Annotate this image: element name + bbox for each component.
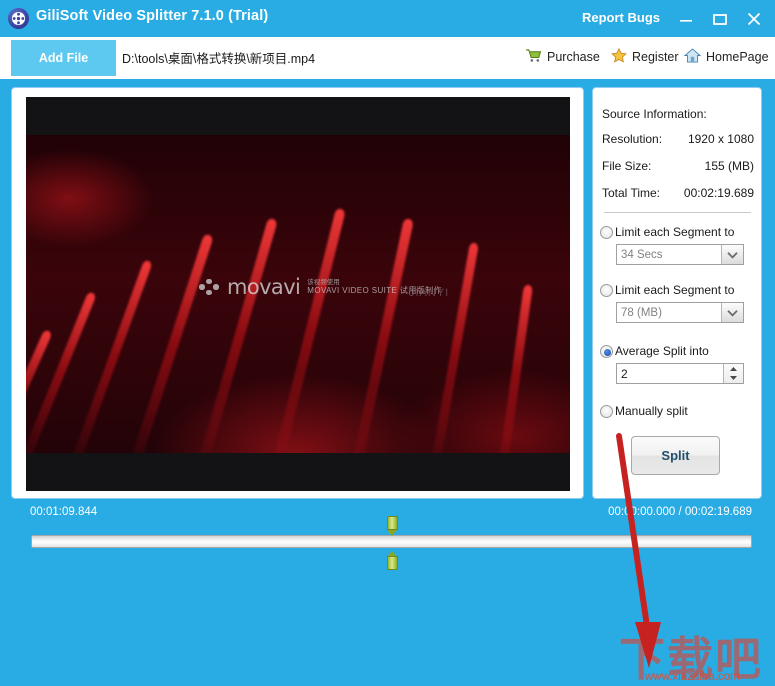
minimize-icon[interactable]	[675, 8, 697, 30]
info-value-total-time: 00:02:19.689	[683, 186, 754, 200]
info-value-resolution: 1920 x 1080	[687, 132, 754, 146]
spinner-down-icon[interactable]	[724, 374, 743, 384]
option-label-average-split: Average Split into	[615, 344, 709, 358]
bottom-bar: Output Folder: D:\tools\桌面\下载吧\ Browse..…	[0, 606, 775, 686]
purchase-link-label: Purchase	[547, 50, 600, 64]
register-link[interactable]: Register	[611, 47, 679, 67]
report-bugs-link[interactable]: Report Bugs	[582, 10, 660, 25]
add-file-button[interactable]: Add File	[11, 40, 116, 76]
combo-limit-size[interactable]: 78 (MB)	[616, 302, 744, 323]
option-manually-split[interactable]: Manually split	[600, 404, 760, 418]
video-letterbox-top	[26, 97, 570, 135]
toolbar: Add File D:\tools\桌面\格式转换\新项目.mp4 Purcha…	[0, 37, 775, 79]
option-label-limit-seconds: Limit each Segment to	[615, 225, 735, 239]
option-limit-segment-size[interactable]: Limit each Segment to	[600, 283, 760, 297]
chevron-down-icon[interactable]	[721, 245, 743, 264]
spinner-stepper[interactable]	[723, 364, 743, 383]
chevron-down-icon[interactable]	[721, 303, 743, 322]
info-key-total-time: Total Time:	[602, 186, 661, 200]
video-preview-panel: movavi 该视频使用 MOVAVI VIDEO SUITE 试用版制作 JI…	[11, 87, 584, 499]
info-value-file-size: 155 (MB)	[704, 159, 754, 173]
combo-limit-seconds[interactable]: 34 Secs	[616, 244, 744, 265]
radio-limit-segment-seconds[interactable]	[600, 225, 613, 239]
close-icon[interactable]	[743, 8, 765, 30]
marker-tip	[387, 530, 397, 536]
star-icon	[611, 47, 627, 66]
split-button[interactable]: Split	[631, 436, 720, 475]
combo-value-limit-size: 78 (MB)	[621, 306, 662, 319]
combo-value-limit-seconds: 34 Secs	[621, 248, 663, 261]
house-icon	[683, 48, 702, 66]
radio-average-split[interactable]	[600, 344, 613, 358]
option-limit-segment-seconds[interactable]: Limit each Segment to	[600, 225, 760, 239]
radio-limit-segment-size[interactable]	[600, 283, 613, 297]
source-info-heading: Source Information:	[602, 107, 707, 121]
info-key-file-size: File Size:	[602, 159, 652, 173]
option-label-manually-split: Manually split	[615, 404, 688, 418]
current-file-path: D:\tools\桌面\格式转换\新项目.mp4	[122, 52, 316, 66]
movavi-trial-watermark: movavi 该视频使用 MOVAVI VIDEO SUITE 试用版制作	[199, 275, 442, 299]
movavi-wordmark: movavi	[227, 275, 301, 299]
radio-manually-split[interactable]	[600, 404, 613, 418]
maximize-icon[interactable]	[709, 8, 731, 30]
homepage-link[interactable]: HomePage	[683, 47, 769, 67]
video-letterbox-bottom	[26, 453, 570, 491]
spinner-up-icon[interactable]	[724, 364, 743, 374]
segment-marker-top[interactable]	[387, 516, 398, 536]
video-frame[interactable]: movavi 该视频使用 MOVAVI VIDEO SUITE 试用版制作 JI…	[26, 97, 570, 491]
marker-body	[387, 516, 398, 530]
title-bar: GiliSoft Video Splitter 7.1.0 (Trial) Re…	[0, 0, 775, 37]
film-reel-icon	[8, 8, 29, 29]
info-key-resolution: Resolution:	[602, 132, 663, 146]
timeline-track[interactable]	[31, 535, 752, 548]
marker-body	[387, 556, 398, 570]
spinner-value-average-split: 2	[621, 366, 628, 381]
purchase-link[interactable]: Purchase	[525, 47, 600, 67]
spinner-average-split-count[interactable]: 2	[616, 363, 744, 384]
video-corner-text: JIANYI	[409, 287, 450, 299]
main-body: movavi 该视频使用 MOVAVI VIDEO SUITE 试用版制作 JI…	[0, 79, 775, 672]
timeline-current-time: 00:01:09.844	[30, 506, 98, 518]
segment-marker-bottom[interactable]	[387, 551, 398, 570]
movavi-logo-icon	[199, 278, 220, 296]
window-title: GiliSoft Video Splitter 7.1.0 (Trial)	[36, 8, 269, 24]
source-info-panel: Source Information: Resolution: 1920 x 1…	[592, 87, 762, 499]
option-average-split[interactable]: Average Split into	[600, 344, 760, 358]
cart-icon	[525, 48, 542, 66]
homepage-link-label: HomePage	[706, 50, 769, 64]
section-divider	[604, 212, 751, 213]
register-link-label: Register	[632, 50, 679, 64]
option-label-limit-size: Limit each Segment to	[615, 283, 735, 297]
timeline-position-total: 00:00:00.000 / 00:02:19.689	[608, 506, 752, 518]
